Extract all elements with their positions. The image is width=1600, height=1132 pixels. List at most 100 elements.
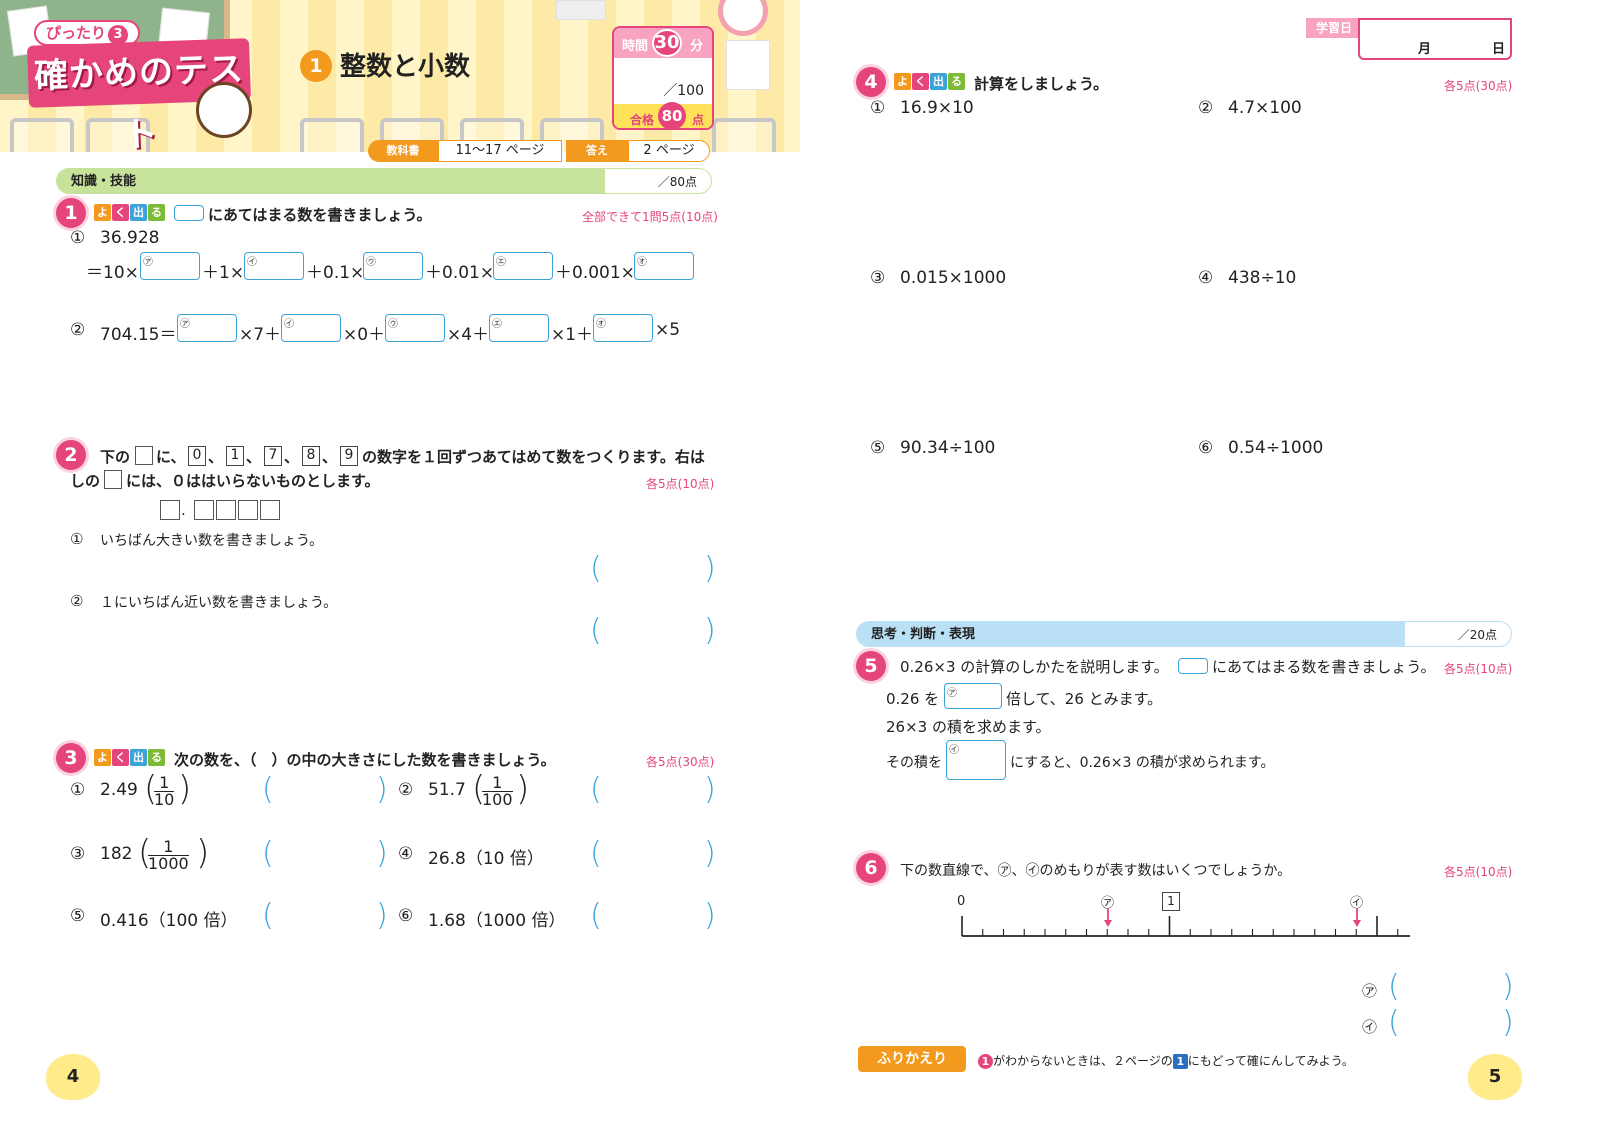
q4-item-expr: 4.7×100 bbox=[1228, 98, 1302, 118]
answer-paren-open: ( bbox=[590, 613, 602, 648]
number-slot bbox=[194, 500, 214, 520]
arrow-b-icon bbox=[1353, 908, 1361, 927]
unit-title: 整数と小数 bbox=[340, 52, 471, 82]
answer-box-q1-c[interactable]: ㋒ bbox=[363, 252, 423, 280]
question-number-6: 6 bbox=[856, 853, 886, 883]
answer-box-q1-f[interactable]: ㋐ bbox=[177, 314, 237, 342]
number-slot bbox=[238, 500, 258, 520]
pass-label: 合格 bbox=[630, 113, 655, 127]
q4-item-label: ③ bbox=[870, 268, 886, 288]
q2-sub1-label: ① bbox=[70, 530, 84, 548]
q2-sub2-text: １にいちばん近い数を書きましょう。 bbox=[100, 595, 338, 611]
question-5-points: 各5点(10点) bbox=[1444, 662, 1513, 676]
q3-item-value: 26.8（10 倍） bbox=[428, 849, 544, 869]
answer-box-q5-b[interactable]: ㋑ bbox=[946, 740, 1006, 780]
q1-sub2-term-3: ×4＋ bbox=[447, 325, 490, 345]
question-6-points: 各5点(10点) bbox=[1444, 865, 1513, 879]
answer-field-q3-6[interactable] bbox=[604, 903, 702, 931]
answer-box-q1-h[interactable]: ㋒ bbox=[385, 314, 445, 342]
q3-fraction: 1 10 bbox=[154, 773, 175, 809]
timer-label: 時間 bbox=[622, 39, 649, 54]
answer-field-q3-5[interactable] bbox=[276, 903, 374, 931]
answer-field-q3-4[interactable] bbox=[604, 841, 702, 869]
dog-mascot-icon bbox=[196, 82, 252, 138]
answer-box-q1-g[interactable]: ㋑ bbox=[281, 314, 341, 342]
work-area-q4-6[interactable] bbox=[1198, 466, 1508, 596]
question-1-points: 全部できて1問5点(10点) bbox=[582, 210, 718, 224]
q3-item-label: ⑤ bbox=[70, 906, 86, 926]
work-area-q4-3[interactable] bbox=[870, 296, 1180, 426]
work-area-q4-1[interactable] bbox=[870, 126, 1180, 256]
q1-sub2-term-4: ×1＋ bbox=[551, 325, 594, 345]
answer-field-q6-b[interactable] bbox=[1402, 1010, 1500, 1038]
q2-sub2-label: ② bbox=[70, 592, 84, 610]
question-3-text: 次の数を、（ ）の中の大きさにした数を書きましょう。 bbox=[174, 751, 556, 769]
answer-field-q3-3[interactable] bbox=[276, 841, 374, 869]
question-number-3: 3 bbox=[56, 743, 86, 773]
work-area-q4-5[interactable] bbox=[870, 466, 1180, 596]
question-3-points: 各5点(30点) bbox=[646, 755, 715, 769]
answer-box-q1-i[interactable]: ㋓ bbox=[489, 314, 549, 342]
answer-box-q1-a[interactable]: ㋐ bbox=[140, 252, 200, 280]
q6-answer-a-label: ㋐ bbox=[1362, 982, 1378, 1000]
answer-box-q5-a[interactable]: ㋐ bbox=[944, 683, 1002, 709]
answer-paren-close: ) bbox=[704, 613, 716, 648]
q3-item-label: ③ bbox=[70, 844, 86, 864]
answer-box-q1-d[interactable]: ㋓ bbox=[493, 252, 553, 280]
wall-poster bbox=[726, 40, 770, 90]
decimal-point: . bbox=[181, 501, 186, 519]
q1-term-2: ＋0.1× bbox=[306, 263, 365, 283]
q1-eq-start: ＝10× bbox=[86, 263, 139, 283]
question-number-4: 4 bbox=[856, 67, 886, 97]
q2-line1-a: 下の bbox=[100, 448, 131, 466]
answer-field-q3-1[interactable] bbox=[276, 777, 374, 805]
blank-box-sample bbox=[1178, 658, 1208, 674]
q5-line1-b: 倍して、26 とみます。 bbox=[1006, 690, 1163, 708]
q5-line3-a: その積を bbox=[886, 755, 942, 771]
question-number-1: 1 bbox=[56, 198, 86, 228]
answer-page: 2 ページ bbox=[628, 140, 710, 162]
answer-field-q2-2[interactable] bbox=[604, 618, 702, 646]
answer-field-q3-2[interactable] bbox=[604, 777, 702, 805]
q1-sub2-term-1: ×7＋ bbox=[239, 325, 282, 345]
q3-item-value: 2.49 bbox=[100, 780, 138, 800]
answer-paren-close: ) bbox=[704, 551, 716, 586]
work-area-q4-2[interactable] bbox=[1198, 126, 1508, 256]
digit-card: 7 bbox=[264, 446, 282, 466]
q1-sub2-term-5: ×5 bbox=[655, 320, 681, 340]
date-month: 月 bbox=[1418, 42, 1432, 57]
answer-box-q1-b[interactable]: ㋑ bbox=[244, 252, 304, 280]
answer-field-q2-1[interactable] bbox=[604, 556, 702, 584]
pass-unit: 点 bbox=[692, 113, 705, 127]
blank-square bbox=[104, 470, 122, 489]
q4-item-label: ⑤ bbox=[870, 438, 886, 458]
answer-box-q1-j[interactable]: ㋔ bbox=[593, 314, 653, 342]
timer-score-box: 時間 30 分 ／100 合格 80 点 bbox=[612, 26, 714, 130]
digit-card: 9 bbox=[340, 446, 358, 466]
q5-line1-a: 0.26 を bbox=[886, 690, 940, 708]
page-number-left: 4 bbox=[46, 1054, 100, 1100]
page-number-right: 5 bbox=[1468, 1054, 1522, 1100]
q4-item-expr: 0.54÷1000 bbox=[1228, 438, 1324, 458]
q3-item-value: 182 bbox=[100, 844, 133, 864]
q3-item-value: 0.416（100 倍） bbox=[100, 911, 238, 931]
date-box[interactable]: 月 日 bbox=[1358, 18, 1512, 60]
q1-sub1-value: 36.928 bbox=[100, 228, 160, 248]
blank-square bbox=[135, 446, 153, 465]
q1-sub2-term-2: ×0＋ bbox=[343, 325, 386, 345]
answer-field-q6-a[interactable] bbox=[1402, 974, 1500, 1002]
section-knowledge-skills: 知識・技能 ／80点 bbox=[56, 168, 712, 194]
speaker-box bbox=[556, 0, 606, 20]
work-area-q4-4[interactable] bbox=[1198, 296, 1508, 426]
q1-term-1: ＋1× bbox=[202, 263, 245, 283]
question-2-points: 各5点(10点) bbox=[646, 477, 715, 491]
section-points: ／80点 bbox=[657, 175, 697, 189]
answer-box-q1-e[interactable]: ㋔ bbox=[634, 252, 694, 280]
q2-line2-a: しの bbox=[70, 472, 101, 490]
timer-unit: 分 bbox=[690, 39, 704, 54]
review-note: 1 がわからないときは、２ページの 1 にもどって確にんしてみよう。 bbox=[978, 1052, 1354, 1069]
section-label: 知識・技能 bbox=[57, 169, 605, 193]
frequent-badge: よく出る bbox=[94, 749, 166, 767]
textbook-pages: 11～17 ページ bbox=[438, 140, 562, 162]
review-badge: ふりかえり bbox=[858, 1046, 966, 1072]
